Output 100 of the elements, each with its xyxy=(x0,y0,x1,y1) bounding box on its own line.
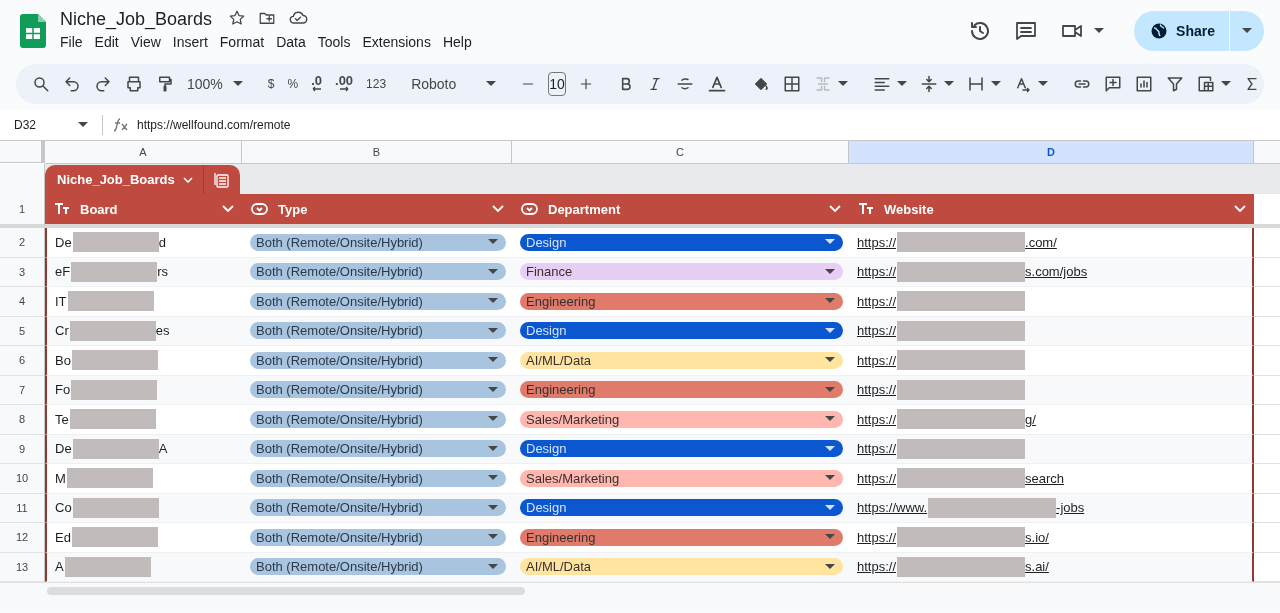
sheets-logo[interactable] xyxy=(20,14,46,48)
department-chip[interactable]: Design xyxy=(520,233,843,251)
caret-icon[interactable] xyxy=(825,239,835,246)
caret-icon[interactable] xyxy=(825,327,835,334)
caret-icon[interactable] xyxy=(825,475,835,482)
caret-icon[interactable] xyxy=(488,445,498,452)
vertical-align-icon[interactable] xyxy=(919,75,938,93)
website-link[interactable]: search xyxy=(1025,470,1065,486)
department-chip[interactable]: Sales/Marketing xyxy=(520,410,843,428)
menu-item[interactable]: Insert xyxy=(166,31,214,52)
caret-icon[interactable] xyxy=(488,563,498,570)
caret-icon[interactable] xyxy=(825,445,835,452)
website-link[interactable]: https:// xyxy=(857,234,897,250)
caret-icon[interactable] xyxy=(488,386,498,393)
search-icon[interactable] xyxy=(32,75,50,93)
chart-icon[interactable] xyxy=(1134,75,1153,93)
font-select[interactable]: Roboto xyxy=(411,76,497,92)
comment-icon[interactable] xyxy=(1014,19,1039,43)
website-link[interactable]: https:// xyxy=(857,293,897,309)
menu-item[interactable]: Extensions xyxy=(356,31,437,52)
website-link[interactable]: https:// xyxy=(857,382,897,398)
decrease-decimal-button[interactable]: .0 xyxy=(311,76,322,92)
document-title[interactable]: Niche_Job_Boards xyxy=(60,6,217,30)
caret-icon[interactable] xyxy=(232,81,243,87)
currency-format-button[interactable]: $ xyxy=(267,77,275,91)
borders-icon[interactable] xyxy=(782,75,801,93)
column-header[interactable]: C xyxy=(512,141,849,164)
caret-icon[interactable] xyxy=(78,122,88,128)
website-link[interactable]: https:// xyxy=(857,559,897,575)
type-chip[interactable]: Both (Remote/Onsite/Hybrid) xyxy=(250,351,506,369)
caret-icon[interactable] xyxy=(1037,81,1048,87)
caret-icon[interactable] xyxy=(488,475,498,482)
caret-icon[interactable] xyxy=(943,81,954,87)
caret-icon[interactable] xyxy=(488,357,498,364)
website-link[interactable]: s.io/ xyxy=(1025,529,1049,545)
website-link[interactable]: https:// xyxy=(857,323,897,339)
website-link[interactable]: https://www. xyxy=(857,500,928,516)
chevron-icon[interactable] xyxy=(829,205,841,213)
department-chip[interactable]: Sales/Marketing xyxy=(520,469,843,487)
website-link[interactable]: https:// xyxy=(857,470,897,486)
formula-field[interactable]: https://wellfound.com/remote xyxy=(137,118,291,132)
zoom-select[interactable]: 100% xyxy=(187,76,243,92)
type-chip[interactable]: Both (Remote/Onsite/Hybrid) xyxy=(250,381,506,399)
chevron-icon[interactable] xyxy=(182,176,193,183)
department-chip[interactable]: Engineering xyxy=(520,528,843,546)
caret-icon[interactable] xyxy=(488,327,498,334)
chevron-icon[interactable] xyxy=(222,205,234,213)
caret-icon[interactable] xyxy=(488,268,498,275)
department-chip[interactable]: Engineering xyxy=(520,381,843,399)
type-chip[interactable]: Both (Remote/Onsite/Hybrid) xyxy=(250,558,506,576)
caret-icon[interactable] xyxy=(825,504,835,511)
merge-cells-icon[interactable] xyxy=(813,75,832,93)
menu-item[interactable]: Help xyxy=(436,31,478,52)
paint-format-icon[interactable] xyxy=(156,75,174,93)
star-icon[interactable] xyxy=(228,9,247,27)
department-chip[interactable]: AI/ML/Data xyxy=(520,351,843,369)
department-chip[interactable]: Finance xyxy=(520,263,843,281)
column-header[interactable]: D xyxy=(849,141,1254,164)
caret-icon[interactable] xyxy=(488,504,498,511)
website-link[interactable]: s.ai/ xyxy=(1025,559,1049,575)
website-link[interactable]: https:// xyxy=(857,411,897,427)
department-chip[interactable]: Design xyxy=(520,440,843,458)
type-chip[interactable]: Both (Remote/Onsite/Hybrid) xyxy=(250,292,506,310)
percent-format-button[interactable]: % xyxy=(287,77,299,91)
type-chip[interactable]: Both (Remote/Onsite/Hybrid) xyxy=(250,469,506,487)
type-chip[interactable]: Both (Remote/Onsite/Hybrid) xyxy=(250,440,506,458)
column-header[interactable]: B xyxy=(242,141,512,164)
website-link[interactable]: https:// xyxy=(857,441,897,457)
website-link[interactable]: https:// xyxy=(857,264,897,280)
add-comment-icon[interactable] xyxy=(1103,75,1122,93)
department-chip[interactable]: Design xyxy=(520,499,843,517)
menu-item[interactable]: Edit xyxy=(88,31,125,52)
menu-item[interactable]: Data xyxy=(270,31,312,52)
menu-item[interactable]: File xyxy=(54,31,89,52)
chevron-icon[interactable] xyxy=(1234,205,1246,213)
menu-item[interactable]: View xyxy=(124,31,167,52)
caret-icon[interactable] xyxy=(488,239,498,246)
type-chip[interactable]: Both (Remote/Onsite/Hybrid) xyxy=(250,410,506,428)
scrollbar-thumb[interactable] xyxy=(47,587,525,595)
caret-icon[interactable] xyxy=(825,563,835,570)
caret-icon[interactable] xyxy=(825,416,835,423)
undo-icon[interactable] xyxy=(63,75,81,93)
caret-icon[interactable] xyxy=(825,357,835,364)
caret-icon[interactable] xyxy=(825,268,835,275)
table-settings-icon[interactable] xyxy=(213,171,230,188)
align-left-icon[interactable] xyxy=(872,75,891,93)
share-button[interactable]: Share xyxy=(1134,11,1264,51)
menu-item[interactable]: Tools xyxy=(311,31,357,52)
type-chip[interactable]: Both (Remote/Onsite/Hybrid) xyxy=(250,322,506,340)
font-size-field[interactable]: 10 xyxy=(548,72,566,96)
department-chip[interactable]: Engineering xyxy=(520,292,843,310)
caret-icon[interactable] xyxy=(486,81,497,87)
website-link[interactable]: https:// xyxy=(857,352,897,368)
chevron-icon[interactable] xyxy=(492,205,504,213)
filter-icon[interactable] xyxy=(1165,75,1184,93)
more-formats-button[interactable]: 123 xyxy=(366,77,387,91)
increase-decimal-button[interactable]: .00 xyxy=(335,76,354,92)
website-link[interactable]: s.com/jobs xyxy=(1025,264,1088,280)
department-chip[interactable]: AI/ML/Data xyxy=(520,558,843,576)
redo-icon[interactable] xyxy=(94,75,112,93)
